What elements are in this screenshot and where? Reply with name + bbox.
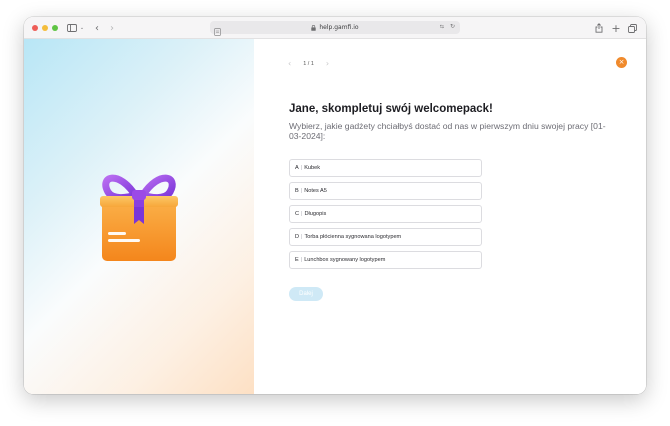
lock-icon: [311, 24, 317, 31]
gift-box-icon: [100, 174, 178, 261]
browser-toolbar: ⌄ ‹ › help.gamfi.io ⇆ ↻ +: [24, 17, 646, 39]
page-counter: 1 / 1: [303, 61, 314, 67]
option-a[interactable]: A | Kubek: [289, 159, 482, 177]
option-separator: |: [301, 211, 303, 217]
chevron-left-icon[interactable]: ‹: [288, 60, 291, 68]
option-letter: E: [295, 257, 299, 263]
option-b[interactable]: B | Notes A5: [289, 182, 482, 200]
zoom-window-button[interactable]: [52, 25, 58, 31]
option-separator: |: [301, 234, 303, 240]
new-tab-icon[interactable]: +: [611, 21, 621, 35]
option-label: Kubek: [304, 165, 321, 171]
pager: ‹ 1 / 1 ›: [288, 59, 329, 69]
minimize-window-button[interactable]: [42, 25, 48, 31]
option-separator: |: [300, 188, 303, 194]
survey-panel: ‹ 1 / 1 › × Jane, skompletuj swój welcom…: [254, 39, 646, 394]
close-button[interactable]: ×: [616, 57, 627, 68]
share-icon[interactable]: [594, 21, 604, 35]
close-icon: ×: [618, 58, 625, 66]
question-text: Wybierz, jakie gadżety chciałbyś dostać …: [289, 121, 606, 141]
option-label: Lunchbox sygnowany logotypem: [304, 257, 386, 263]
browser-window: ⌄ ‹ › help.gamfi.io ⇆ ↻ + ‹ 1 / 1 › × Ja…: [24, 17, 646, 394]
hero-panel: [24, 39, 254, 394]
translate-icon[interactable]: ⇆: [440, 24, 444, 30]
chevron-down-icon[interactable]: ⌄: [79, 21, 85, 35]
option-d[interactable]: D | Torba płócienna sygnowana logotypem: [289, 228, 482, 246]
sidebar-toggle-icon[interactable]: [66, 21, 78, 35]
option-separator: |: [300, 165, 303, 171]
option-letter: C: [295, 211, 300, 217]
back-arrow-icon[interactable]: ‹: [92, 21, 102, 35]
option-label: Torba płócienna sygnowana logotypem: [304, 234, 402, 240]
option-letter: D: [295, 234, 300, 240]
page-content: ‹ 1 / 1 › × Jane, skompletuj swój welcom…: [24, 39, 646, 394]
option-label: Długopis: [304, 211, 327, 217]
chevron-right-icon[interactable]: ›: [326, 60, 329, 68]
next-button[interactable]: Dalej: [289, 287, 323, 301]
forward-arrow-icon[interactable]: ›: [107, 21, 117, 35]
close-window-button[interactable]: [32, 25, 38, 31]
url-text: help.gamfi.io: [319, 24, 359, 31]
option-c[interactable]: C | Długopis: [289, 205, 482, 223]
option-letter: A: [295, 165, 299, 171]
reload-icon[interactable]: ↻: [450, 23, 455, 30]
tab-overview-icon[interactable]: [627, 21, 637, 35]
option-letter: B: [295, 188, 299, 194]
option-separator: |: [300, 257, 303, 263]
page-title: Jane, skompletuj swój welcomepack!: [289, 103, 493, 115]
address-bar[interactable]: help.gamfi.io ⇆ ↻: [210, 21, 460, 36]
option-e[interactable]: E | Lunchbox sygnowany logotypem: [289, 251, 482, 269]
option-label: Notes A5: [304, 188, 327, 194]
